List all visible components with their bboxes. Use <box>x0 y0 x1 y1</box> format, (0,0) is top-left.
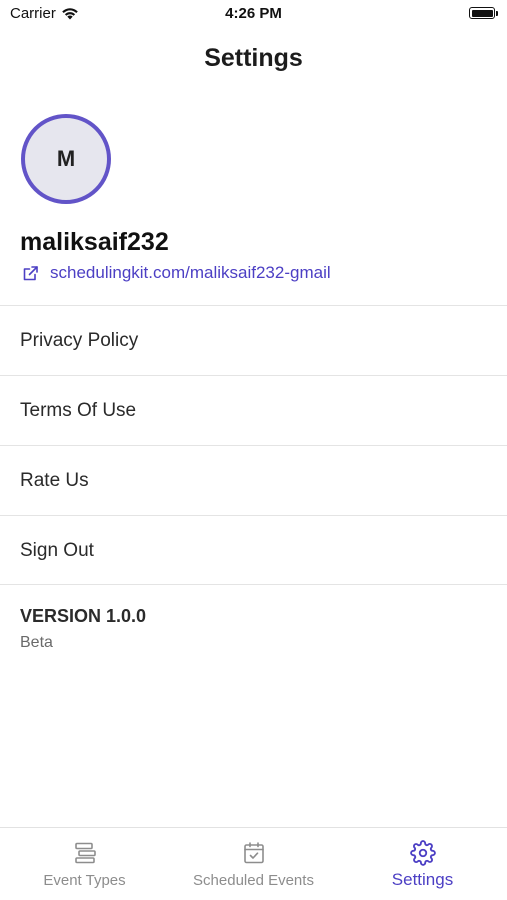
tab-event-types[interactable]: Event Types <box>0 828 169 900</box>
list-icon <box>74 842 96 864</box>
tab-settings[interactable]: Settings <box>338 828 507 900</box>
avatar: M <box>21 114 111 204</box>
menu-item-label: Privacy Policy <box>20 329 139 351</box>
tab-bar: Event Types Scheduled Events Settings <box>0 827 507 900</box>
profile-link-text[interactable]: schedulingkit.com/maliksaif232-gmail <box>50 263 331 283</box>
menu-item-label: Rate Us <box>20 469 89 491</box>
username: maliksaif232 <box>20 228 169 256</box>
menu-item-privacy-policy[interactable]: Privacy Policy <box>0 306 507 375</box>
divider <box>0 584 507 585</box>
menu-item-label: Sign Out <box>20 539 94 561</box>
calendar-check-icon <box>243 842 264 864</box>
version-label: VERSION 1.0.0 <box>20 606 147 626</box>
tab-label: Scheduled Events <box>193 872 314 889</box>
status-time: 4:26 PM <box>225 5 282 22</box>
status-bar: Carrier 4:26 PM <box>0 0 507 30</box>
menu-item-label: Terms Of Use <box>20 399 137 421</box>
avatar-initial: M <box>56 146 76 171</box>
tab-label: Settings <box>391 870 454 889</box>
battery-icon <box>469 7 498 19</box>
tab-label: Event Types <box>43 872 126 889</box>
gear-icon <box>409 840 436 866</box>
menu-item-sign-out[interactable]: Sign Out <box>0 516 507 585</box>
menu-item-terms-of-use[interactable]: Terms Of Use <box>0 376 507 445</box>
external-link-icon <box>23 265 38 280</box>
tab-scheduled-events[interactable]: Scheduled Events <box>169 828 338 900</box>
menu-item-rate-us[interactable]: Rate Us <box>0 446 507 515</box>
profile-link[interactable]: schedulingkit.com/maliksaif232-gmail <box>22 263 331 283</box>
page-title: Settings <box>204 44 303 72</box>
version-channel: Beta <box>20 634 53 651</box>
